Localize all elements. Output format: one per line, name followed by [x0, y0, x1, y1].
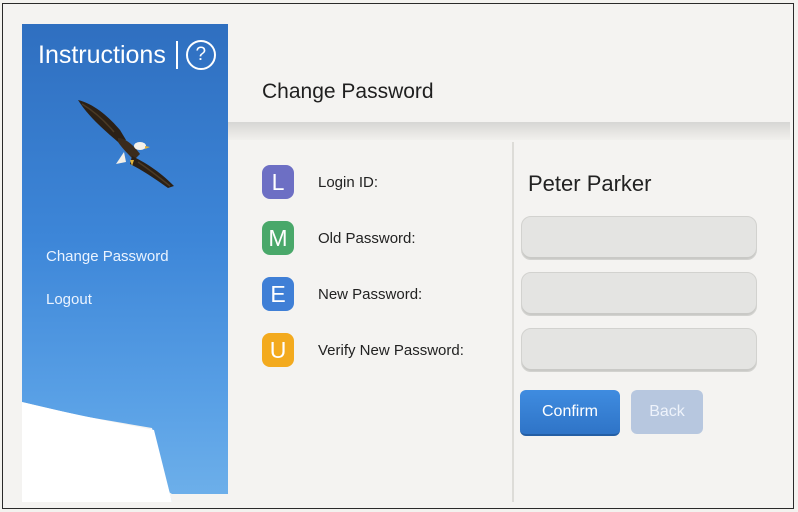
sidebar: Instructions ? Change Password Logout: [22, 24, 228, 502]
login-id-label: Login ID:: [318, 173, 379, 191]
row-old-password: M Old Password:: [262, 220, 416, 256]
login-id-value: Peter Parker: [528, 171, 652, 196]
new-password-label: New Password:: [318, 285, 423, 303]
instructions-link[interactable]: Instructions ?: [38, 40, 216, 70]
row-new-password: E New Password:: [262, 276, 422, 312]
page-title: Change Password: [262, 80, 434, 103]
verify-password-label: Verify New Password:: [318, 341, 464, 359]
login-id-badge-icon: L: [262, 165, 294, 199]
eagle-logo: [78, 100, 174, 188]
verify-password-field[interactable]: [521, 328, 757, 372]
separator: [175, 41, 178, 69]
old-password-label: Old Password:: [318, 229, 416, 247]
old-password-field[interactable]: [521, 216, 757, 260]
verify-password-badge-icon: U: [262, 333, 294, 367]
new-password-field[interactable]: [521, 272, 757, 316]
instructions-label: Instructions: [38, 40, 166, 69]
back-button[interactable]: Back: [631, 390, 703, 434]
confirm-button[interactable]: Confirm: [520, 390, 620, 436]
main-panel: Change Password L Login ID: M Old Passwo…: [228, 24, 790, 502]
sidebar-item-change-password[interactable]: Change Password: [46, 248, 169, 265]
title-band: [228, 122, 790, 140]
sidebar-item-logout[interactable]: Logout: [46, 291, 92, 308]
help-icon[interactable]: ?: [185, 40, 216, 70]
old-password-badge-icon: M: [262, 221, 294, 255]
row-verify-password: U Verify New Password:: [262, 332, 464, 368]
row-login-id: L Login ID:: [262, 164, 378, 200]
column-divider: [512, 142, 514, 502]
new-password-badge-icon: E: [262, 277, 294, 311]
